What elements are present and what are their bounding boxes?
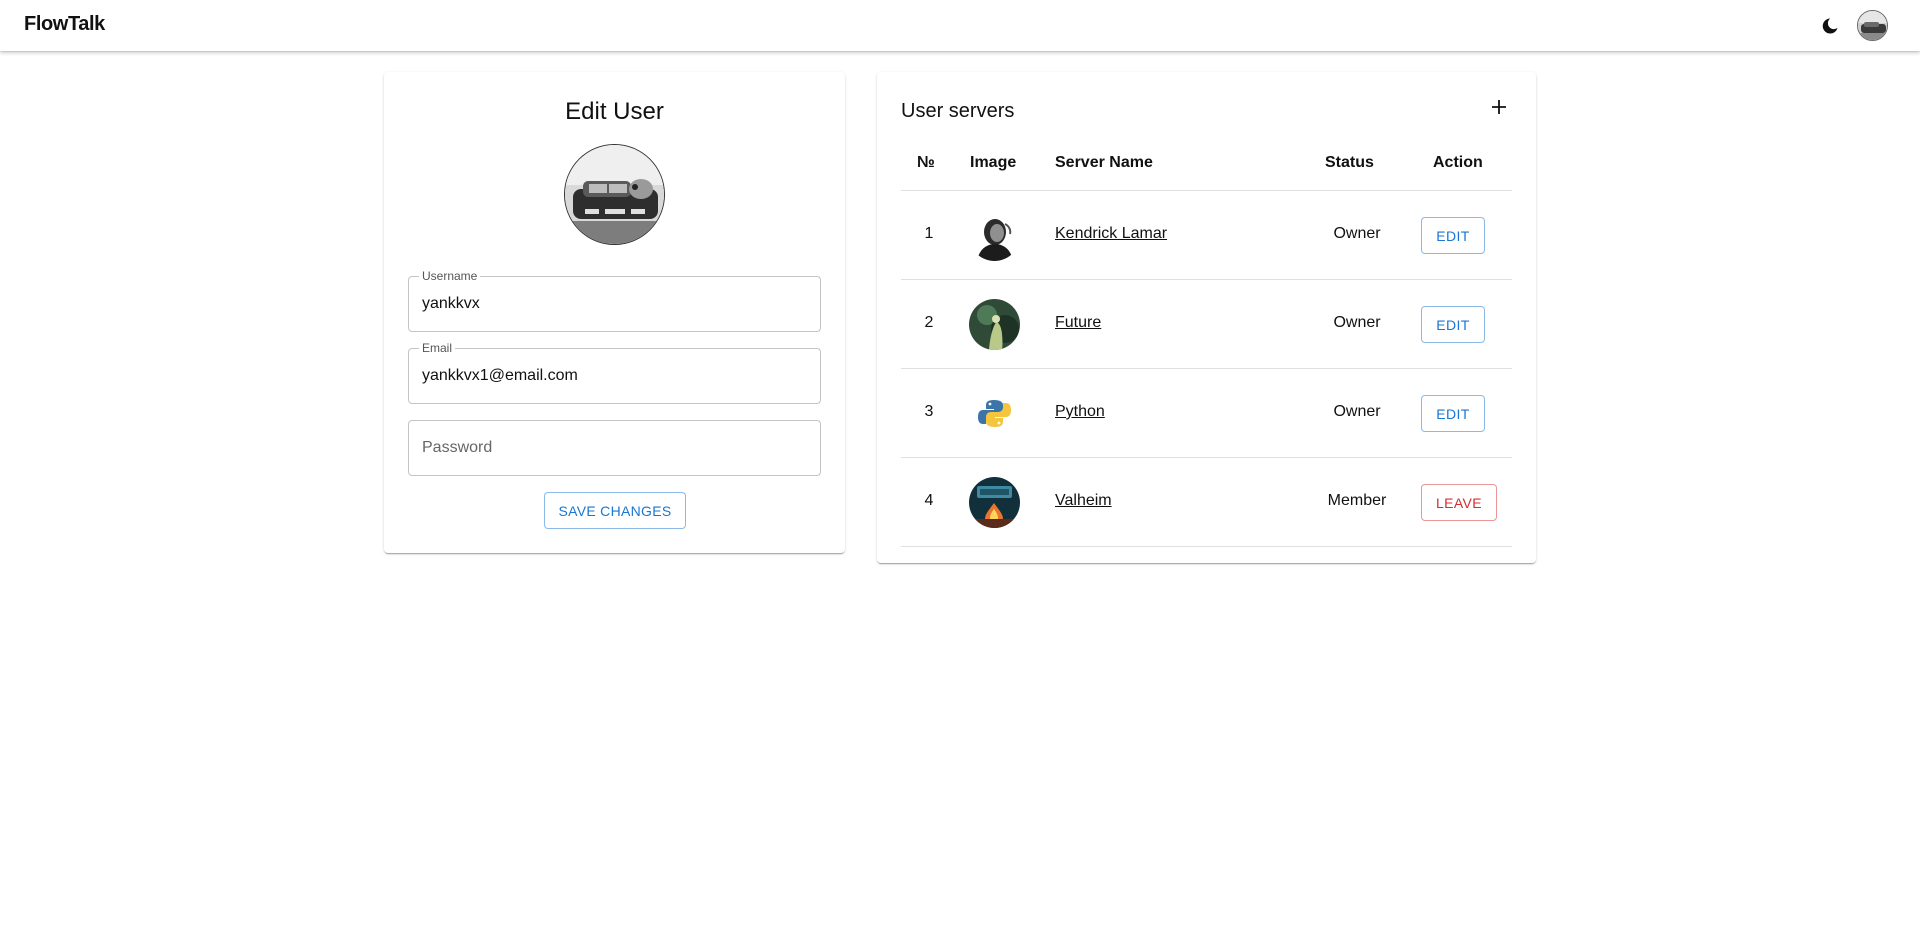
username-field: Username — [408, 269, 821, 332]
server-status: Member — [1327, 492, 1387, 509]
password-input[interactable] — [422, 421, 807, 475]
server-status: Owner — [1333, 403, 1381, 420]
table-header: № Image Server Name Status Action — [901, 138, 1512, 191]
col-server-name: Server Name — [1055, 154, 1153, 171]
app-bar: FlowTalk — [0, 0, 1920, 51]
table-row: 3 Python Owner EDIT — [901, 369, 1512, 458]
server-image — [969, 210, 1020, 261]
col-action: Action — [1433, 154, 1483, 171]
table-row: 2 Future Owner EDIT — [901, 280, 1512, 369]
brand-logo[interactable]: FlowTalk — [24, 13, 105, 36]
theme-toggle-button[interactable] — [1816, 12, 1844, 40]
plus-icon — [1492, 100, 1506, 114]
row-number: 2 — [924, 314, 934, 331]
server-name-link[interactable]: Valheim — [1055, 492, 1112, 510]
save-changes-button[interactable]: SAVE CHANGES — [544, 492, 686, 529]
table-row: 1 Kendrick Lamar Owner EDIT — [901, 191, 1512, 280]
page-title: Edit User — [565, 98, 664, 125]
server-status: Owner — [1333, 314, 1381, 331]
edit-user-card: Edit User Username Email SAVE CHANGES — [384, 72, 845, 553]
add-server-button[interactable] — [1488, 96, 1510, 118]
servers-table: № Image Server Name Status Action 1 Kend… — [901, 138, 1512, 547]
servers-title: User servers — [901, 100, 1015, 122]
edit-server-button[interactable]: EDIT — [1421, 306, 1485, 343]
server-name-link[interactable]: Future — [1055, 314, 1101, 332]
user-servers-card: User servers № Image Server Name Status … — [877, 72, 1536, 563]
python-logo-icon — [969, 388, 1020, 439]
server-image — [969, 299, 1020, 350]
edit-server-button[interactable]: EDIT — [1421, 395, 1485, 432]
username-input[interactable] — [422, 277, 807, 331]
server-name-link[interactable]: Kendrick Lamar — [1055, 225, 1167, 243]
row-number: 1 — [924, 225, 934, 242]
avatar-image — [565, 145, 664, 244]
col-status: Status — [1325, 154, 1374, 171]
email-input[interactable] — [422, 349, 807, 403]
leave-server-button[interactable]: LEAVE — [1421, 484, 1497, 521]
row-number: 3 — [924, 403, 934, 420]
table-row: 4 Valheim Member LEAVE — [901, 458, 1512, 547]
password-field — [408, 420, 821, 476]
avatar-image — [1858, 11, 1887, 40]
email-field: Email — [408, 341, 821, 404]
moon-icon — [1822, 18, 1838, 34]
row-number: 4 — [924, 492, 934, 509]
col-num: № — [917, 154, 935, 171]
edit-server-button[interactable]: EDIT — [1421, 217, 1485, 254]
profile-avatar[interactable] — [564, 144, 665, 245]
server-image — [969, 388, 1020, 439]
col-image: Image — [970, 154, 1017, 171]
server-status: Owner — [1333, 225, 1381, 242]
server-image — [969, 477, 1020, 528]
user-avatar[interactable] — [1857, 10, 1888, 41]
server-name-link[interactable]: Python — [1055, 403, 1105, 421]
